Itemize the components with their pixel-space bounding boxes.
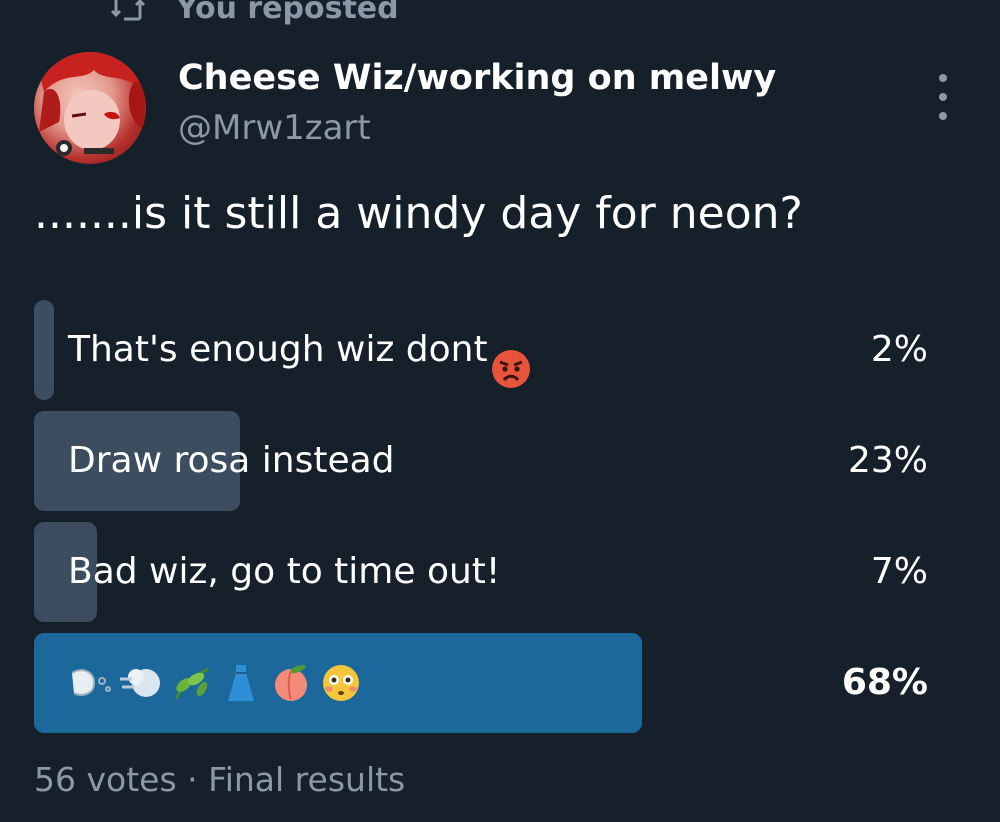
poll-option-percent: 7% xyxy=(870,551,928,592)
poll-option-label: That's enough wiz dont xyxy=(68,300,532,400)
angry-face-icon xyxy=(490,329,532,388)
more-options-button[interactable] xyxy=(925,74,961,120)
poll-option-percent: 23% xyxy=(847,440,928,481)
poll-option-percent: 68% xyxy=(841,662,928,703)
author-handle[interactable]: @Mrw1zart xyxy=(178,108,371,148)
poll-option: Draw rosa instead 23% xyxy=(34,411,928,511)
poll-option-text: Bad wiz, go to time out! xyxy=(68,551,501,592)
poll: That's enough wiz dont 2% Draw rosa inst… xyxy=(34,300,928,744)
poll-option: Bad wiz, go to time out! 7% xyxy=(34,522,928,622)
poll-option: That's enough wiz dont 2% xyxy=(34,300,928,400)
poll-option-label: Draw rosa instead xyxy=(68,411,395,511)
herb-icon xyxy=(168,663,214,703)
poll-bar xyxy=(34,300,54,400)
poll-footer: 56 votes · Final results xyxy=(34,760,405,799)
repost-label: You reposted xyxy=(176,0,399,26)
poll-option-text: That's enough wiz dont xyxy=(68,329,488,370)
poll-status: Final results xyxy=(208,760,406,799)
poll-footer-separator: · xyxy=(187,760,198,799)
tweet-text: .......is it still a windy day for neon? xyxy=(34,188,803,239)
poll-option-label xyxy=(68,633,364,733)
author-name[interactable]: Cheese Wiz/working on melwy xyxy=(178,58,776,98)
peach-icon xyxy=(268,663,314,703)
more-dot-icon xyxy=(939,112,947,120)
dress-icon xyxy=(218,663,264,703)
repost-header: You reposted xyxy=(110,0,399,28)
avatar[interactable] xyxy=(34,52,146,164)
poll-vote-count: 56 votes xyxy=(34,760,177,799)
more-dot-icon xyxy=(939,74,947,82)
wind-face-icon xyxy=(118,663,164,703)
emoji-sequence xyxy=(68,663,364,703)
poll-option-percent: 2% xyxy=(870,329,928,370)
poll-option-text: Draw rosa instead xyxy=(68,440,395,481)
poll-option-winner: 68% xyxy=(34,633,928,733)
dashing-away-icon xyxy=(68,663,114,703)
more-dot-icon xyxy=(939,93,947,101)
repost-icon xyxy=(110,0,146,23)
poll-option-label: Bad wiz, go to time out! xyxy=(68,522,500,622)
flushed-face-icon xyxy=(318,663,364,703)
